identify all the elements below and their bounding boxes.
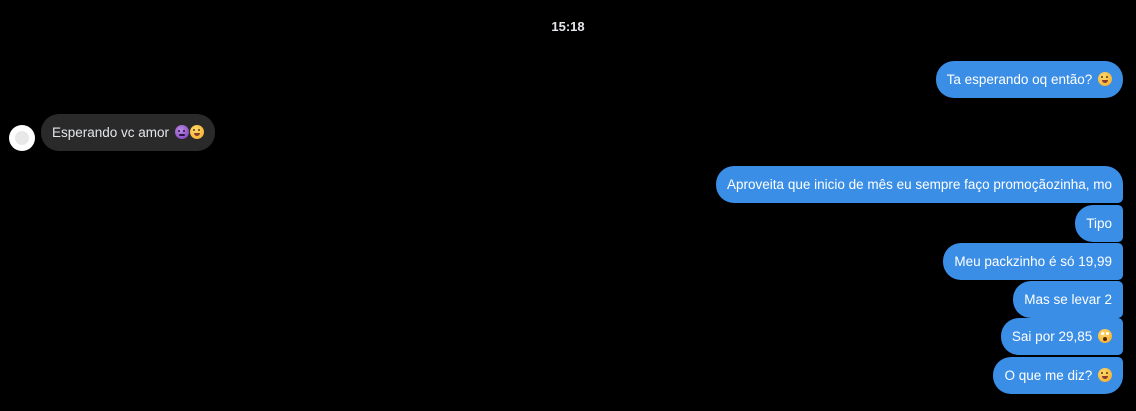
message-text: Sai por 29,85 (1011, 329, 1093, 344)
chat-thread: 15:18 Ta esperando oq então? Esperando v… (0, 0, 1136, 411)
outgoing-message-bubble[interactable]: Mas se levar 2 (1013, 281, 1123, 318)
outgoing-message-bubble[interactable]: Aproveita que inicio de mês eu sempre fa… (716, 166, 1123, 203)
message-timestamp: 15:18 (551, 19, 585, 34)
message-text: Mas se levar 2 (1024, 292, 1112, 307)
outgoing-message-bubble[interactable]: Meu packzinho é só 19,99 (943, 243, 1123, 280)
message-text: Meu packzinho é só 19,99 (954, 254, 1112, 269)
message-text: Esperando vc amor (52, 125, 170, 140)
astonished-face-emoji-icon (1098, 329, 1112, 343)
outgoing-message-bubble[interactable]: Sai por 29,85 (1000, 318, 1123, 355)
contact-avatar[interactable] (9, 125, 35, 151)
outgoing-message-bubble[interactable]: Tipo (1075, 205, 1123, 242)
grimace-face-emoji-icon (1098, 72, 1112, 86)
message-text: Tipo (1086, 216, 1112, 231)
message-text: O que me diz? (1004, 368, 1093, 383)
outgoing-message-bubble[interactable]: Ta esperando oq então? (935, 61, 1123, 98)
message-text: Aproveita que inicio de mês eu sempre fa… (727, 177, 1112, 192)
smiling-devil-emoji-icon (174, 125, 189, 139)
outgoing-message-bubble[interactable]: O que me diz? (993, 357, 1123, 394)
grimace-face-emoji-icon (1098, 368, 1112, 382)
incoming-message-bubble[interactable]: Esperando vc amor (41, 114, 215, 151)
message-text: Ta esperando oq então? (946, 72, 1093, 87)
tongue-face-emoji-icon (189, 125, 204, 139)
